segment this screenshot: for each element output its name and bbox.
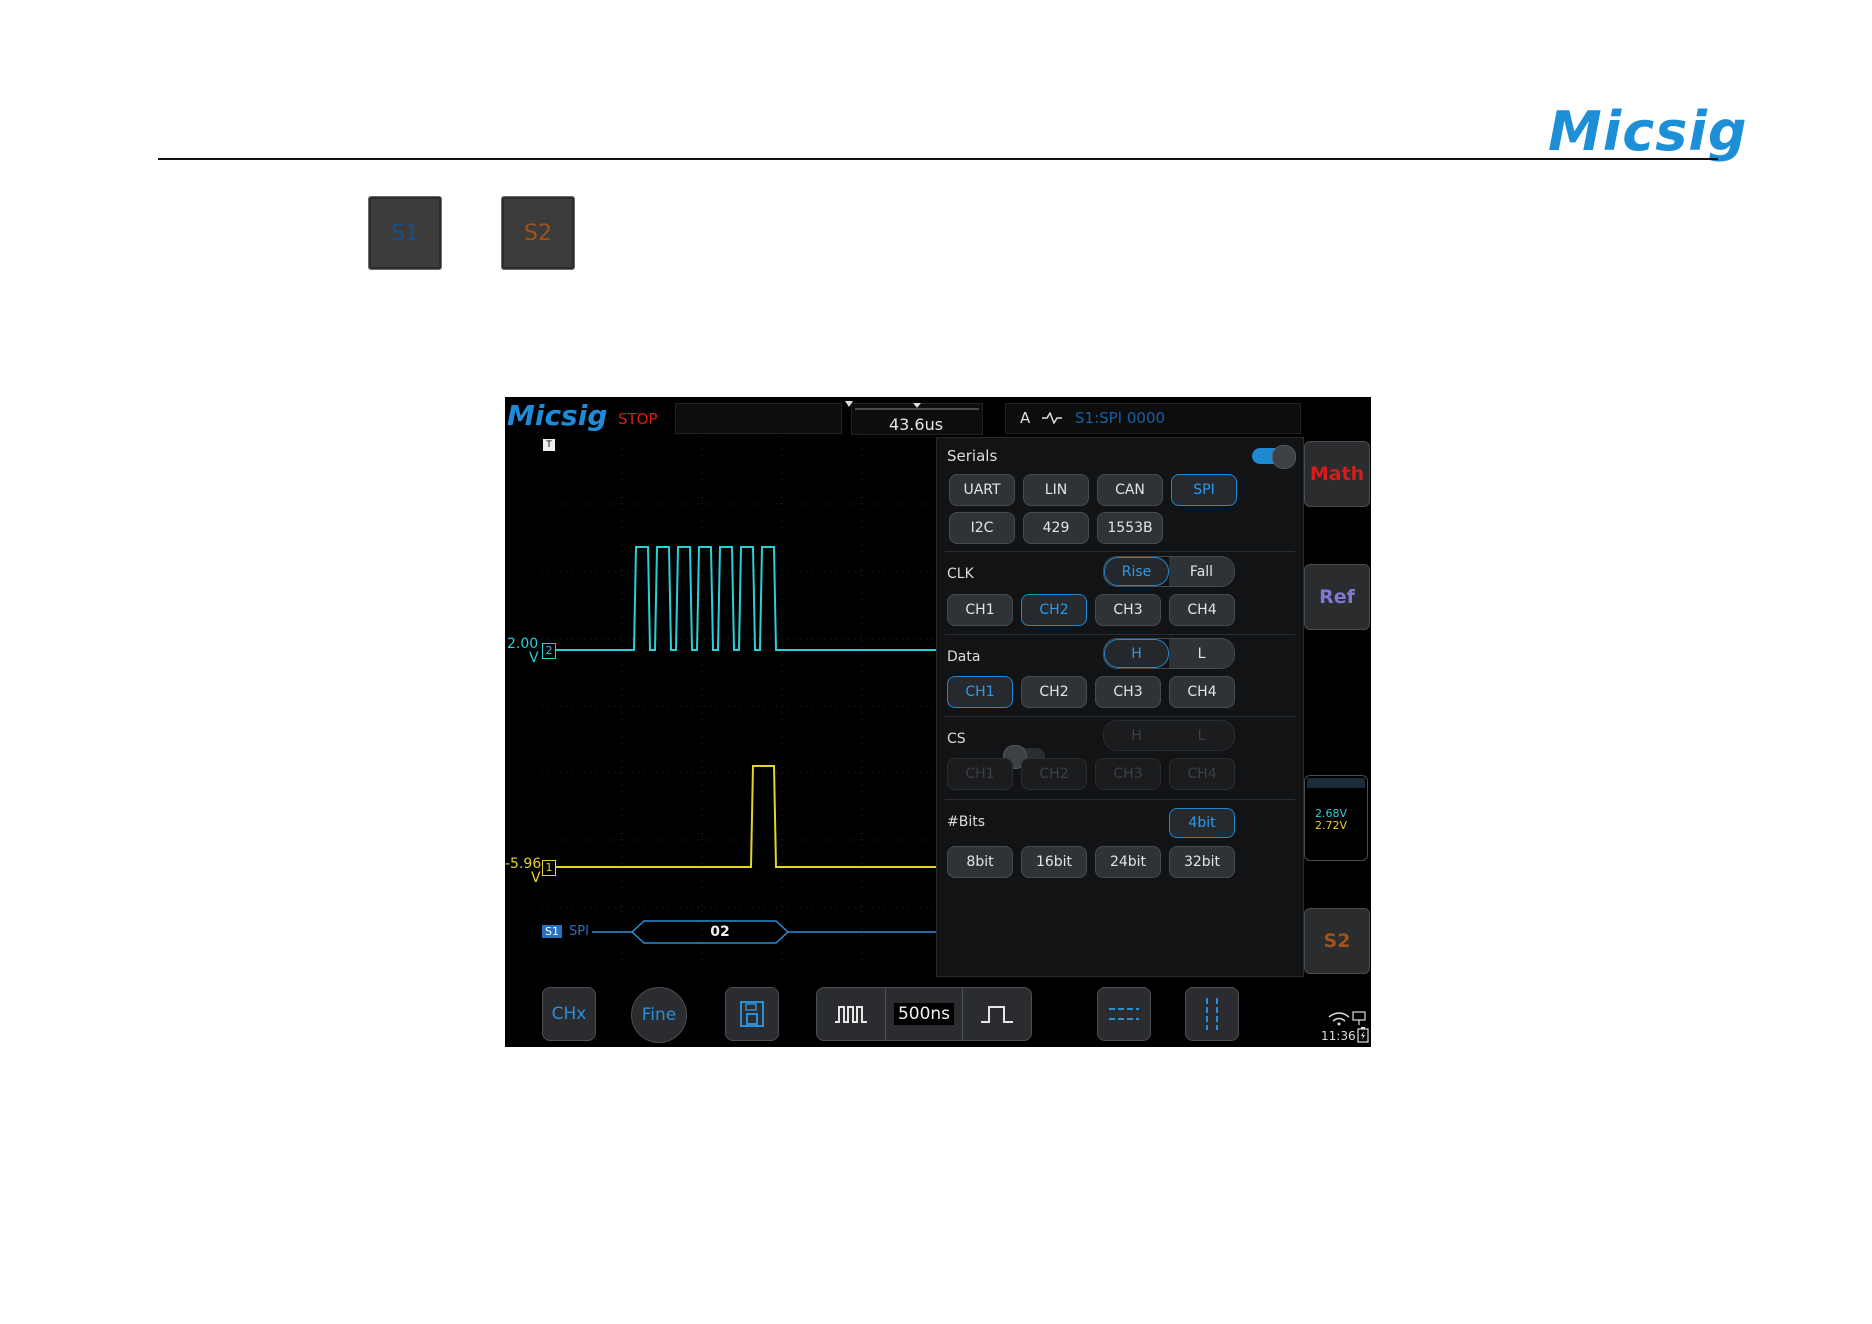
ref-button[interactable]: Ref: [1304, 564, 1370, 630]
clock: 11:36: [1321, 1029, 1356, 1043]
ch1-level-unit: V: [531, 870, 541, 886]
math-button[interactable]: Math: [1304, 441, 1370, 507]
timebase-value: 500ns: [893, 1003, 955, 1025]
data-ch3-button[interactable]: CH3: [1095, 676, 1161, 708]
header-rule: [158, 158, 1718, 160]
spi-bus-label: SPI: [569, 924, 589, 939]
s1-key-illustration: S1: [368, 196, 442, 270]
cs-high-option: H: [1104, 721, 1169, 750]
protocol-1553b-button[interactable]: 1553B: [1097, 512, 1163, 544]
trigger-source-value: 0000: [1126, 409, 1166, 427]
serials-title: Serials: [947, 447, 998, 465]
measurement-readout[interactable]: 2.68V 2.72V: [1304, 775, 1368, 861]
bits-24bit-button[interactable]: 24bit: [1095, 846, 1161, 878]
clk-ch3-button[interactable]: CH3: [1095, 594, 1161, 626]
ch2-level-label: 2.00 V: [507, 637, 539, 665]
trigger-position-indicator: [845, 401, 979, 410]
ch2-level-unit: V: [529, 650, 539, 666]
vertical-cursor-button[interactable]: [1185, 987, 1239, 1041]
trigger-mode: A: [1020, 409, 1031, 427]
serials-settings-panel: Serials UART LIN CAN SPI I2C 429 1553B C…: [936, 437, 1304, 977]
spi-decoded-value: 02: [710, 924, 730, 940]
divider: [945, 716, 1295, 717]
readout-header: [1307, 778, 1365, 788]
bits-label: #Bits: [947, 814, 986, 830]
clk-edge-selector[interactable]: Rise Fall: [1103, 556, 1235, 587]
data-high-option[interactable]: H: [1104, 639, 1169, 668]
timebase-control: 500ns: [816, 987, 1032, 1041]
trigger-source: S1:SPI 0000: [1075, 409, 1165, 427]
s2-button[interactable]: S2: [1304, 908, 1370, 974]
protocol-lin-button[interactable]: LIN: [1023, 474, 1089, 506]
waveform-canvas: [542, 437, 942, 975]
bits-4bit-button[interactable]: 4bit: [1169, 808, 1235, 838]
horizontal-cursor-button[interactable]: [1097, 987, 1151, 1041]
clk-rise-option[interactable]: Rise: [1104, 557, 1169, 586]
run-stop-status[interactable]: STOP: [618, 410, 658, 428]
clk-fall-option[interactable]: Fall: [1169, 557, 1234, 586]
data-label: Data: [947, 649, 981, 665]
ch1-marker[interactable]: 1: [542, 860, 556, 876]
save-button[interactable]: [725, 987, 779, 1041]
s1-bus-marker[interactable]: S1: [542, 925, 562, 938]
serials-enable-toggle[interactable]: [1252, 445, 1296, 469]
wifi-network-icon: [1328, 1011, 1366, 1026]
narrow-pulse-icon: [835, 1006, 867, 1023]
graticule: [542, 437, 942, 975]
scope-brand-logo: Micsig: [507, 399, 608, 432]
protocol-429-button[interactable]: 429: [1023, 512, 1089, 544]
divider: [945, 634, 1295, 635]
trigger-level-icon: T: [543, 439, 555, 451]
trigger-edge-icon: [1042, 412, 1062, 424]
ch1-measurement: 2.72V: [1315, 819, 1348, 832]
micsig-document-logo: Micsig: [1548, 100, 1748, 163]
save-icon: [740, 1001, 764, 1027]
clk-ch2-button[interactable]: CH2: [1021, 594, 1087, 626]
cs-low-option: L: [1169, 721, 1234, 750]
bits-16bit-button[interactable]: 16bit: [1021, 846, 1087, 878]
ch1-level-label: -5.96 V: [505, 857, 541, 885]
data-level-selector[interactable]: H L: [1103, 638, 1235, 669]
data-ch4-button[interactable]: CH4: [1169, 676, 1235, 708]
protocol-can-button[interactable]: CAN: [1097, 474, 1163, 506]
fine-button[interactable]: Fine: [631, 987, 687, 1043]
cs-ch1-button: CH1: [947, 758, 1013, 790]
horizontal-cursor-icon: [1109, 1008, 1139, 1020]
protocol-uart-button[interactable]: UART: [949, 474, 1015, 506]
ch2-clock-trace: [542, 546, 942, 651]
cs-ch3-button: CH3: [1095, 758, 1161, 790]
bits-32bit-button[interactable]: 32bit: [1169, 846, 1235, 878]
protocol-i2c-button[interactable]: I2C: [949, 512, 1015, 544]
clk-ch1-button[interactable]: CH1: [947, 594, 1013, 626]
clk-label: CLK: [947, 566, 974, 582]
s2-key-illustration: S2: [501, 196, 575, 270]
battery-icon: [1357, 1027, 1369, 1043]
status-slot: [675, 403, 842, 434]
timebase-increase-button[interactable]: [962, 988, 1031, 1040]
oscilloscope-screen: Micsig STOP 43.6us A S1:SPI 0000 02 S1 S…: [505, 397, 1371, 1047]
chx-button[interactable]: CHx: [542, 987, 596, 1041]
ch2-marker[interactable]: 2: [542, 643, 556, 659]
ch1-data-trace: [542, 765, 942, 868]
data-ch1-button[interactable]: CH1: [947, 676, 1013, 708]
data-low-option[interactable]: L: [1169, 639, 1234, 668]
divider: [945, 799, 1295, 800]
timebase-offset: 43.6us: [888, 415, 944, 434]
toggle-knob: [1272, 445, 1296, 469]
cs-ch2-button: CH2: [1021, 758, 1087, 790]
cs-level-selector: H L: [1103, 720, 1235, 751]
timebase-decrease-button[interactable]: [817, 988, 886, 1040]
wide-pulse-icon: [981, 1006, 1013, 1023]
vertical-cursor-icon: [1206, 998, 1218, 1030]
data-ch2-button[interactable]: CH2: [1021, 676, 1087, 708]
spi-decode-bus: [592, 920, 942, 944]
divider: [945, 551, 1295, 552]
bits-8bit-button[interactable]: 8bit: [947, 846, 1013, 878]
cs-label: CS: [947, 731, 966, 747]
trigger-source-name: S1:SPI: [1075, 409, 1123, 427]
cs-ch4-button: CH4: [1169, 758, 1235, 790]
clk-ch4-button[interactable]: CH4: [1169, 594, 1235, 626]
protocol-spi-button[interactable]: SPI: [1171, 474, 1237, 506]
